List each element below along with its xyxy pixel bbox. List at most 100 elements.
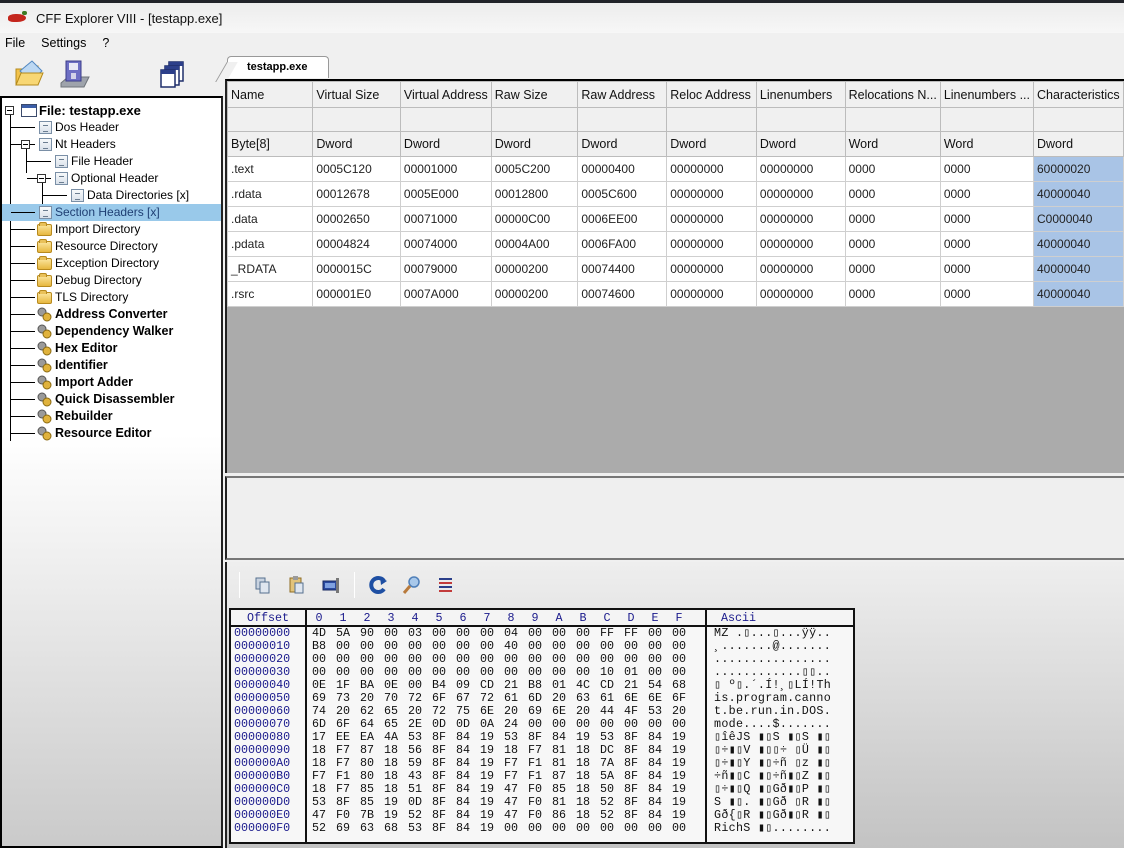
table-cell[interactable]: _RDATA [226,256,314,282]
table-cell[interactable]: 0006FA00 [577,231,668,257]
tree-item-file-header[interactable]: File Header [2,153,221,170]
table-cell[interactable]: 000001E0 [312,281,401,307]
menu-settings[interactable]: Settings [36,36,91,50]
table-cell[interactable]: 60000020 [1033,156,1124,182]
column-header[interactable]: Virtual Address [399,81,492,108]
tree-item-quick-disassembler[interactable]: Quick Disassembler [2,391,221,408]
menu-help[interactable]: ? [97,36,114,50]
table-cell[interactable]: 00000000 [666,256,757,282]
collapse-icon[interactable] [5,106,14,115]
copy-button[interactable] [251,573,275,597]
collapse-icon[interactable] [21,140,30,149]
table-cell[interactable]: 0000 [844,256,941,282]
column-header[interactable]: Raw Size [490,81,579,108]
paste-button[interactable] [285,573,309,597]
tree-item-hex-editor[interactable]: Hex Editor [2,340,221,357]
table-cell[interactable]: 0006EE00 [577,206,668,232]
resize-button[interactable] [319,573,343,597]
hex-view[interactable]: Offset 0123456789ABCDEF Ascii 00000000 4D… [229,608,855,844]
table-cell[interactable]: 0000 [844,206,941,232]
tree-item-tls-directory[interactable]: TLS Directory [2,289,221,306]
table-cell[interactable]: 00000000 [755,281,846,307]
table-cell[interactable]: 00079000 [399,256,492,282]
hex-byte[interactable]: 00 [499,822,523,835]
table-cell[interactable]: 00000000 [755,181,846,207]
hex-byte[interactable]: 00 [595,822,619,835]
hex-byte-row[interactable]: 52 69 63 68 53 8F 84 19 00 00 00 00 00 00 00 00 [307,822,705,835]
table-cell[interactable]: 00004A00 [490,231,579,257]
table-cell[interactable]: 0000015C [312,256,401,282]
table-cell[interactable]: 00004824 [312,231,401,257]
hex-byte[interactable]: 84 [451,822,475,835]
table-cell[interactable]: 00074000 [399,231,492,257]
table-cell[interactable]: 0000 [939,256,1035,282]
table-cell[interactable]: 00012800 [490,181,579,207]
hex-byte[interactable]: 00 [523,822,547,835]
column-header[interactable]: Linenumbers ... [939,81,1035,108]
hex-byte[interactable]: 68 [379,822,403,835]
table-cell[interactable]: .text [226,156,314,182]
table-cell[interactable]: 00000000 [666,231,757,257]
table-cell[interactable]: 40000040 [1033,181,1124,207]
column-header[interactable]: Raw Address [577,81,668,108]
hex-byte[interactable]: 53 [403,822,427,835]
tree-item-import-directory[interactable]: Import Directory [2,221,221,238]
table-cell[interactable]: 00000000 [666,206,757,232]
table-cell[interactable]: 00000000 [755,206,846,232]
tree-item-data-directories[interactable]: Data Directories [x] [2,187,221,204]
table-cell[interactable]: 00000200 [490,281,579,307]
tree-item-resource-directory[interactable]: Resource Directory [2,238,221,255]
tree-item-exception-directory[interactable]: Exception Directory [2,255,221,272]
table-cell[interactable]: 0005E000 [399,181,492,207]
table-cell[interactable]: 00000000 [666,281,757,307]
tree-item-dos-header[interactable]: Dos Header [2,119,221,136]
table-cell[interactable]: 00000C00 [490,206,579,232]
column-header[interactable]: Relocations N... [844,81,941,108]
table-cell[interactable]: .pdata [226,231,314,257]
collapse-icon[interactable] [37,174,46,183]
save-file-button[interactable] [58,57,92,91]
table-cell[interactable]: 40000040 [1033,231,1124,257]
column-header[interactable]: Name [226,81,314,108]
tree-item-nt-headers[interactable]: Nt Headers [2,136,221,153]
table-cell[interactable]: .rdata [226,181,314,207]
windows-button[interactable] [156,57,190,91]
table-cell[interactable]: 0000 [939,156,1035,182]
tab-testapp[interactable]: testapp.exe [227,56,329,78]
tree-item-address-converter[interactable]: Address Converter [2,306,221,323]
table-cell[interactable]: 00000000 [755,231,846,257]
table-cell[interactable]: 00000000 [666,181,757,207]
table-cell[interactable]: 0000 [939,181,1035,207]
search-button[interactable] [400,573,424,597]
tree-root[interactable]: File: testapp.exe [2,102,221,119]
table-cell[interactable]: 0005C600 [577,181,668,207]
table-cell[interactable]: 00071000 [399,206,492,232]
hex-ascii[interactable]: RichS ▮▯........ [707,822,853,835]
table-cell[interactable]: 00000000 [666,156,757,182]
table-cell[interactable]: 00000000 [755,156,846,182]
table-cell[interactable]: 00012678 [312,181,401,207]
hex-byte[interactable]: 63 [355,822,379,835]
hex-byte[interactable]: 8F [427,822,451,835]
hex-byte[interactable]: 00 [547,822,571,835]
table-cell[interactable]: .data [226,206,314,232]
table-cell[interactable]: 00074400 [577,256,668,282]
table-cell[interactable]: 00001000 [399,156,492,182]
tree-item-resource-editor[interactable]: Resource Editor [2,425,221,442]
tree-item-rebuilder[interactable]: Rebuilder [2,408,221,425]
table-cell[interactable]: 00000000 [755,256,846,282]
tree-item-dependency-walker[interactable]: Dependency Walker [2,323,221,340]
hex-byte[interactable]: 00 [619,822,643,835]
tree-item-section-headers[interactable]: Section Headers [x] [2,204,221,221]
tree-item-import-adder[interactable]: Import Adder [2,374,221,391]
table-cell[interactable]: 00000200 [490,256,579,282]
table-cell[interactable]: 0000 [844,181,941,207]
table-cell[interactable]: 0005C200 [490,156,579,182]
hex-byte[interactable]: 00 [571,822,595,835]
table-cell[interactable]: 40000040 [1033,256,1124,282]
table-cell[interactable]: 0007A000 [399,281,492,307]
column-header[interactable]: Reloc Address [666,81,757,108]
hex-byte[interactable]: 00 [667,822,691,835]
open-file-button[interactable] [12,57,46,91]
tree-item-identifier[interactable]: Identifier [2,357,221,374]
